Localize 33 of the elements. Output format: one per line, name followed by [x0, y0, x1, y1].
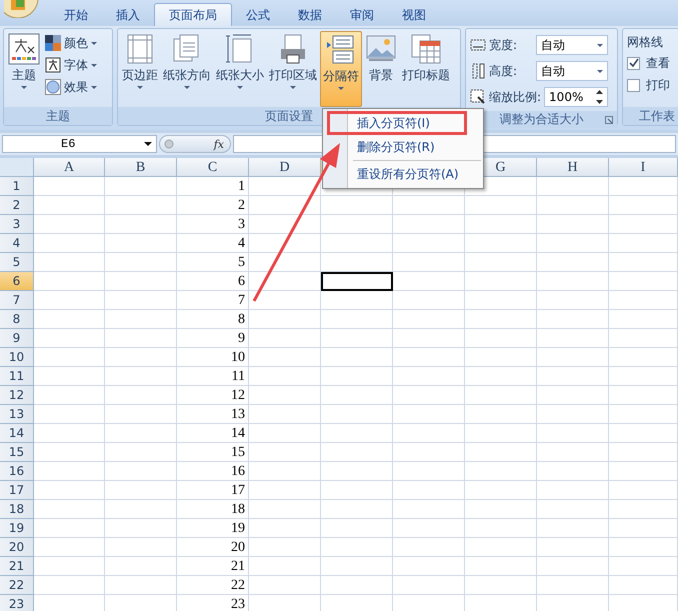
table-cell: 23	[177, 595, 249, 611]
table-cell: 21	[177, 557, 249, 576]
field-label: 宽度:	[489, 36, 518, 54]
table-cell: 6	[177, 272, 249, 291]
table-cell: 19	[177, 519, 249, 538]
table-cell: 17	[177, 481, 249, 500]
table-cell: 7	[177, 291, 249, 310]
table-cell: 10	[177, 348, 249, 367]
table-cell: 5	[177, 253, 249, 272]
checkbox-label: 查看	[646, 54, 670, 72]
field-label: 缩放比例:	[489, 88, 542, 106]
group-label: 调整为合适大小	[500, 111, 584, 128]
table-cell: 3	[177, 215, 249, 234]
option-heading: 网格线	[627, 34, 664, 51]
table-cell: 14	[177, 424, 249, 443]
table-cell: 16	[177, 462, 249, 481]
table-cell: 9	[177, 329, 249, 348]
table-cell: 18	[177, 500, 249, 519]
table-cell: 4	[177, 234, 249, 253]
group-label: 页面设置	[265, 108, 313, 124]
table-cell: 12	[177, 386, 249, 405]
table-cell: 1	[177, 177, 249, 196]
group-label: 工作表	[639, 108, 675, 124]
group-label: 主题	[46, 108, 70, 124]
field-label: 高度:	[489, 62, 518, 80]
table-cell: 11	[177, 367, 249, 386]
checkbox-label: 打印	[646, 76, 670, 94]
table-cell: 15	[177, 443, 249, 462]
table-cell: 2	[177, 196, 249, 215]
table-cell: 22	[177, 576, 249, 595]
table-cell: 20	[177, 538, 249, 557]
table-cell: 13	[177, 405, 249, 424]
table-cell: 8	[177, 310, 249, 329]
